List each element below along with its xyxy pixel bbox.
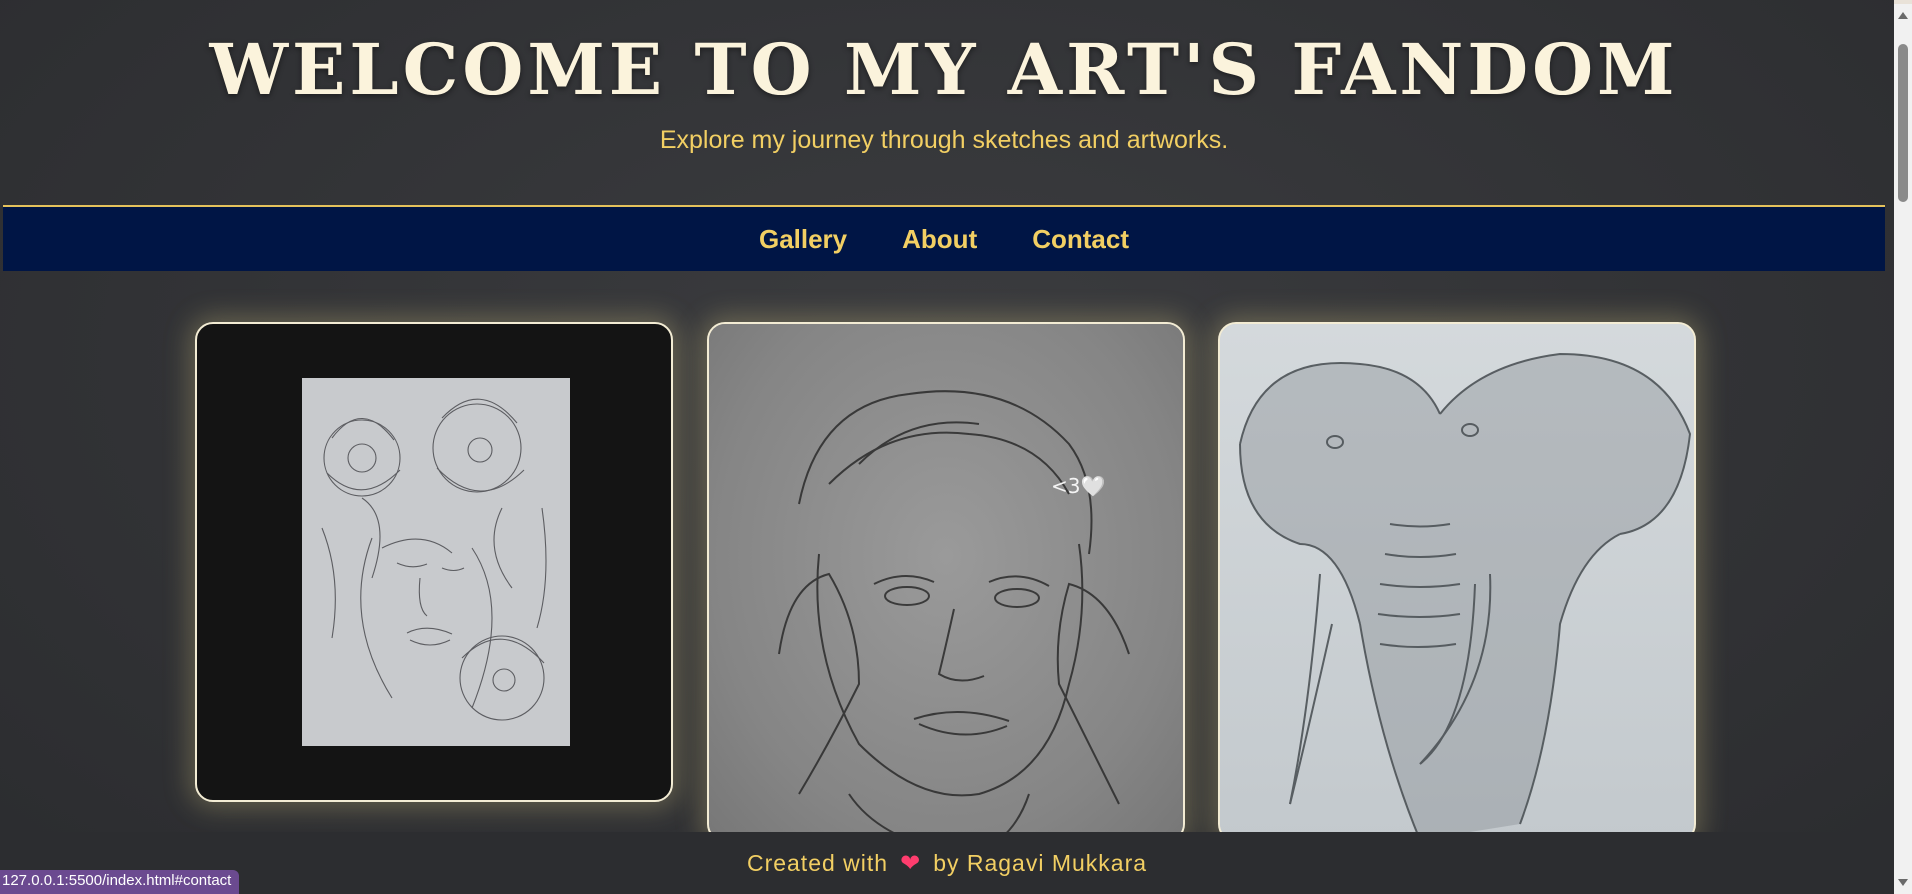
heart-icon: ❤: [900, 849, 922, 877]
site-title: WELCOME TO MY ART'S FANDOM: [209, 28, 1679, 111]
main-nav: Gallery About Contact: [3, 207, 1885, 271]
site-footer: Created with ❤ by Ragavi Mukkara: [0, 832, 1894, 894]
boy-portrait-sketch-icon: [778, 390, 1130, 840]
scroll-up-arrow-icon[interactable]: [1898, 12, 1908, 19]
nav-link-gallery[interactable]: Gallery: [759, 224, 847, 255]
heart-note-text: <3🤍: [1051, 474, 1106, 498]
page-viewport: WELCOME TO MY ART'S FANDOM Explore my jo…: [0, 0, 1894, 894]
site-header: WELCOME TO MY ART'S FANDOM Explore my jo…: [3, 4, 1885, 206]
scroll-down-arrow-icon[interactable]: [1898, 879, 1908, 886]
vertical-scrollbar[interactable]: [1894, 4, 1912, 894]
elephant-sketch-icon: [1239, 352, 1692, 840]
site-tagline: Explore my journey through sketches and …: [659, 126, 1229, 154]
scrollbar-thumb[interactable]: [1898, 44, 1908, 202]
elephant-sketch-image: [1220, 324, 1694, 840]
footer-author: by Ragavi Mukkara: [933, 849, 1148, 876]
nav-link-contact[interactable]: Contact: [1032, 224, 1129, 255]
gallery-card-elephant[interactable]: [1218, 322, 1696, 842]
boy-portrait-sketch-image: <3🤍: [709, 324, 1183, 840]
nav-link-about[interactable]: About: [902, 224, 977, 255]
gallery-card-boy-portrait[interactable]: <3🤍: [707, 322, 1185, 842]
footer-prefix: Created with: [746, 849, 889, 876]
gallery-card-flower-portrait[interactable]: [195, 322, 673, 802]
flower-portrait-sketch-icon: [302, 378, 570, 746]
flower-portrait-sketch-image: [302, 378, 570, 746]
status-bar-url: 127.0.0.1:5500/index.html#contact: [0, 870, 240, 894]
